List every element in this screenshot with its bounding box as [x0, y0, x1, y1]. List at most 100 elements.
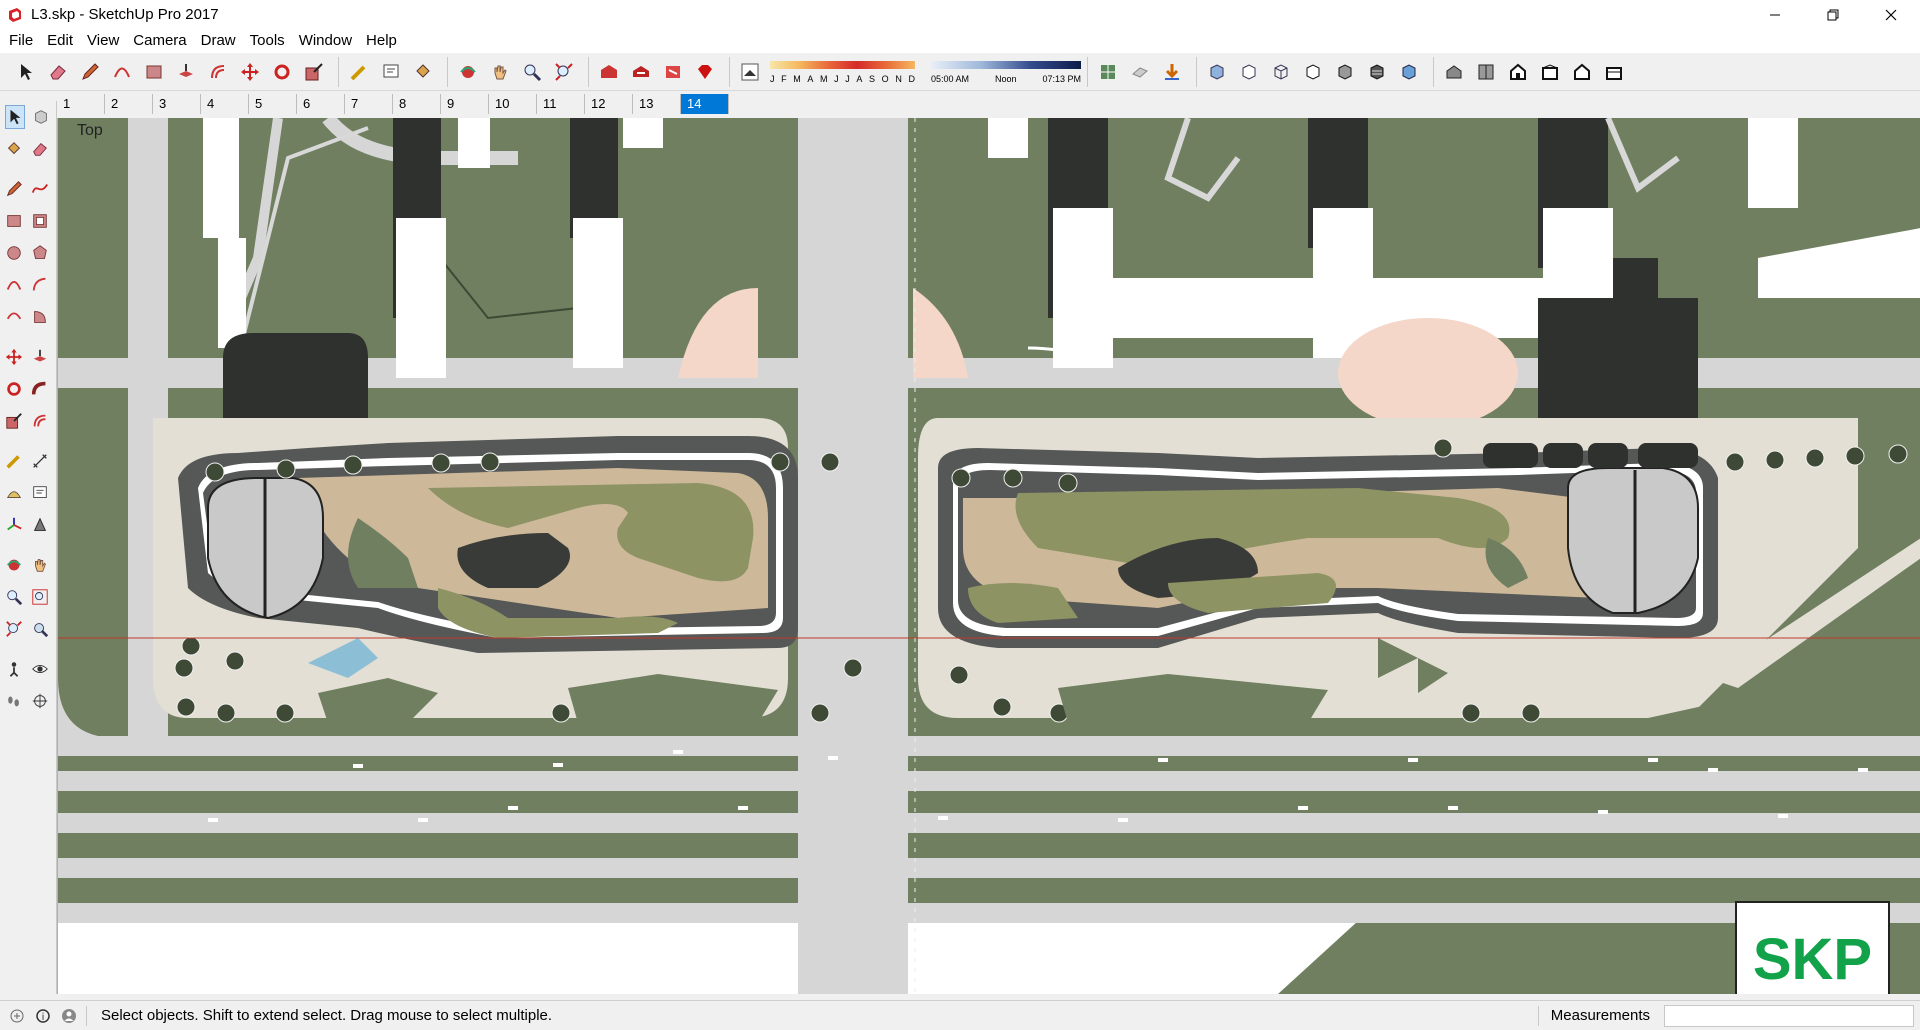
- left-view-button[interactable]: [1600, 58, 1628, 86]
- paint-tool[interactable]: [5, 137, 24, 161]
- arc-tool-button[interactable]: [108, 58, 136, 86]
- shaded-button[interactable]: [1331, 58, 1359, 86]
- right-view-button[interactable]: [1536, 58, 1564, 86]
- scene-tab[interactable]: 13: [633, 94, 681, 114]
- scale-button[interactable]: [300, 58, 328, 86]
- rotate-tool[interactable]: [5, 377, 24, 401]
- freehand-tool[interactable]: [31, 177, 50, 201]
- front-view-button[interactable]: [1504, 58, 1532, 86]
- polygon-tool[interactable]: [31, 241, 50, 265]
- menu-draw[interactable]: Draw: [194, 29, 243, 53]
- arc-tool[interactable]: [5, 273, 24, 297]
- previous-view-tool[interactable]: [31, 617, 50, 641]
- rotate-button[interactable]: [268, 58, 296, 86]
- geo-location-icon[interactable]: [8, 1007, 26, 1025]
- scene-tab[interactable]: 2: [105, 94, 153, 114]
- offset-button[interactable]: [204, 58, 232, 86]
- hidden-line-button[interactable]: [1299, 58, 1327, 86]
- select-tool[interactable]: [5, 105, 25, 129]
- model-viewport[interactable]: Top SKP: [57, 118, 1920, 994]
- push-pull-tool[interactable]: [31, 345, 50, 369]
- zoom-window-tool[interactable]: [31, 585, 50, 609]
- zoom-extents-button[interactable]: [550, 58, 578, 86]
- pan-tool[interactable]: [31, 553, 50, 577]
- tape-measure-button[interactable]: [345, 58, 373, 86]
- ruby-console-button[interactable]: [691, 58, 719, 86]
- user-account-icon[interactable]: [60, 1007, 78, 1025]
- paint-bucket-button[interactable]: [409, 58, 437, 86]
- scene-tab[interactable]: 9: [441, 94, 489, 114]
- orbit-button[interactable]: [454, 58, 482, 86]
- xray-style-button[interactable]: [1203, 58, 1231, 86]
- zoom-button[interactable]: [518, 58, 546, 86]
- push-pull-button[interactable]: [172, 58, 200, 86]
- monochrome-button[interactable]: [1395, 58, 1423, 86]
- shape-tool-button[interactable]: [140, 58, 168, 86]
- extension-warehouse-button[interactable]: [659, 58, 687, 86]
- measurements-input[interactable]: [1664, 1005, 1914, 1027]
- wireframe-button[interactable]: [1267, 58, 1295, 86]
- walk-tool[interactable]: [5, 689, 24, 713]
- rectangle-tool[interactable]: [5, 209, 24, 233]
- import-button[interactable]: [1158, 58, 1186, 86]
- sandbox-button[interactable]: [1094, 58, 1122, 86]
- menu-camera[interactable]: Camera: [126, 29, 193, 53]
- month-slider[interactable]: J F M A M J J A S O N D: [770, 57, 915, 87]
- two-point-arc-tool[interactable]: [31, 273, 50, 297]
- follow-me-tool[interactable]: [31, 377, 50, 401]
- pan-button[interactable]: [486, 58, 514, 86]
- dimension-tool[interactable]: [31, 449, 50, 473]
- section-plane-tool[interactable]: [31, 689, 50, 713]
- iso-view-button[interactable]: [1440, 58, 1468, 86]
- line-tool-button[interactable]: [76, 58, 104, 86]
- scene-tab[interactable]: 1: [57, 94, 105, 114]
- menu-window[interactable]: Window: [292, 29, 359, 53]
- scene-tab[interactable]: 5: [249, 94, 297, 114]
- scene-tab[interactable]: 7: [345, 94, 393, 114]
- dimension-button[interactable]: [377, 58, 405, 86]
- axes-tool[interactable]: [5, 513, 24, 537]
- back-edges-button[interactable]: [1235, 58, 1263, 86]
- scene-tab[interactable]: 6: [297, 94, 345, 114]
- make-component-tool[interactable]: [32, 105, 50, 129]
- scene-tab[interactable]: 3: [153, 94, 201, 114]
- zoom-extents-tool[interactable]: [5, 617, 24, 641]
- orbit-tool[interactable]: [5, 553, 24, 577]
- pie-tool[interactable]: [31, 305, 50, 329]
- look-around-tool[interactable]: [31, 657, 50, 681]
- protractor-tool[interactable]: [5, 481, 24, 505]
- credits-icon[interactable]: i: [34, 1007, 52, 1025]
- back-view-button[interactable]: [1568, 58, 1596, 86]
- circle-tool[interactable]: [5, 241, 24, 265]
- shaded-textures-button[interactable]: [1363, 58, 1391, 86]
- menu-help[interactable]: Help: [359, 29, 404, 53]
- shadows-toggle-button[interactable]: [736, 58, 764, 86]
- line-tool[interactable]: [5, 177, 24, 201]
- warehouse-button[interactable]: [595, 58, 623, 86]
- 3d-text-tool[interactable]: [31, 513, 50, 537]
- restore-button[interactable]: [1804, 0, 1862, 29]
- scale-tool[interactable]: [5, 409, 24, 433]
- select-tool-button[interactable]: [12, 58, 40, 86]
- scene-tab[interactable]: 4: [201, 94, 249, 114]
- position-camera-tool[interactable]: [5, 657, 24, 681]
- three-point-arc-tool[interactable]: [5, 305, 24, 329]
- scene-tab[interactable]: 12: [585, 94, 633, 114]
- tape-measure-tool[interactable]: [5, 449, 24, 473]
- eraser-tool-button[interactable]: [44, 58, 72, 86]
- menu-file[interactable]: File: [2, 29, 40, 53]
- menu-view[interactable]: View: [80, 29, 126, 53]
- eraser-tool[interactable]: [31, 137, 50, 161]
- scene-tab[interactable]: 11: [537, 94, 585, 114]
- minimize-button[interactable]: [1746, 0, 1804, 29]
- share-model-button[interactable]: [627, 58, 655, 86]
- rotated-rectangle-tool[interactable]: [31, 209, 50, 233]
- menu-edit[interactable]: Edit: [40, 29, 80, 53]
- scene-tab[interactable]: 8: [393, 94, 441, 114]
- section-plane-button[interactable]: [1126, 58, 1154, 86]
- zoom-tool[interactable]: [5, 585, 24, 609]
- scene-tab[interactable]: 10: [489, 94, 537, 114]
- close-button[interactable]: [1862, 0, 1920, 29]
- menu-tools[interactable]: Tools: [243, 29, 292, 53]
- time-slider[interactable]: 05:00 AM Noon 07:13 PM: [931, 57, 1081, 87]
